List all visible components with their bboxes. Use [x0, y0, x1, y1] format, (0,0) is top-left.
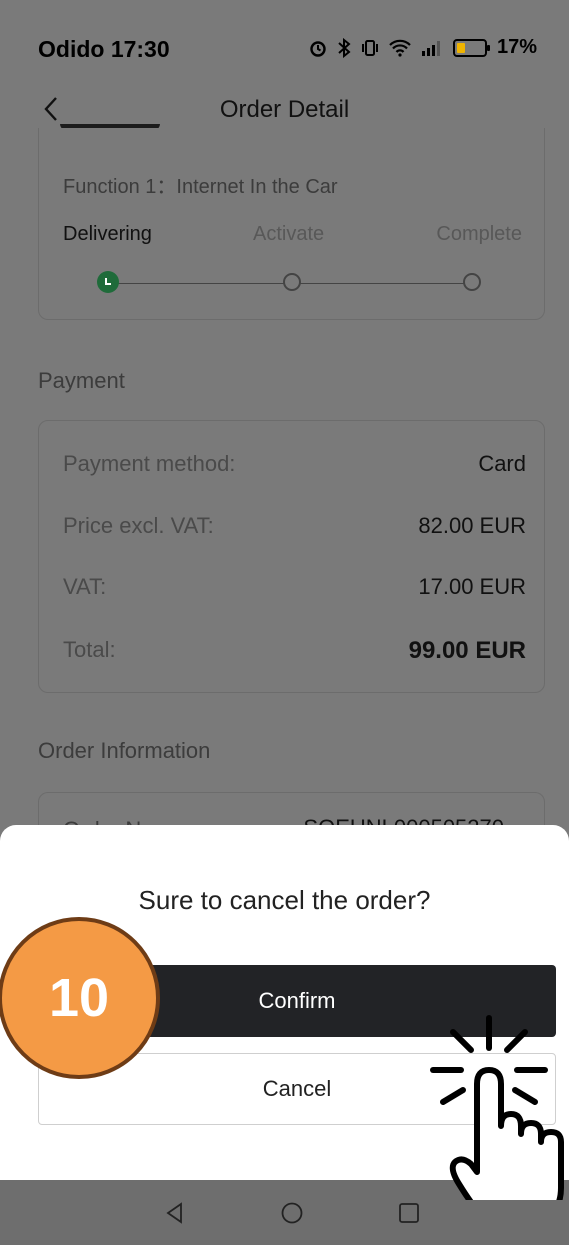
step-dot-complete — [463, 273, 481, 291]
payment-section-title: Payment — [38, 368, 125, 393]
status-bar: Odido 17:30 17% — [0, 0, 569, 94]
payment-label: Payment method: — [63, 451, 236, 476]
payment-row: Payment method: Card — [63, 451, 526, 477]
step-complete: Complete — [436, 223, 522, 245]
payment-label: Price excl. VAT: — [63, 513, 214, 538]
alarm-icon — [310, 40, 326, 57]
carrier-time: Odido 17:30 — [38, 36, 170, 62]
step-number-badge: 10 — [0, 917, 160, 1079]
step-number: 10 — [48, 968, 110, 1028]
nav-recent-icon[interactable] — [396, 1200, 422, 1226]
wifi-icon — [389, 39, 411, 57]
payment-row: VAT: 17.00 EUR — [63, 574, 526, 600]
payment-value: 17.00 EUR — [418, 574, 526, 599]
tap-hand-icon — [430, 1015, 564, 1200]
clock-icon — [97, 271, 119, 293]
payment-label: Total: — [63, 637, 116, 662]
step-delivering: Delivering — [63, 223, 152, 245]
payment-label: VAT: — [63, 574, 107, 599]
status-icons: 17% — [309, 36, 537, 59]
nav-home-icon[interactable] — [279, 1200, 305, 1226]
signal-icon — [421, 40, 440, 56]
battery-percent: 17% — [496, 36, 537, 58]
bluetooth-icon — [338, 37, 351, 58]
step-activate: Activate — [253, 223, 325, 245]
payment-value: Card — [478, 451, 526, 476]
payment-row: Price excl. VAT: 82.00 EUR — [63, 513, 526, 539]
page-title: Order Detail — [219, 96, 350, 123]
payment-value: 82.00 EUR — [418, 513, 526, 538]
nav-back-icon[interactable] — [162, 1200, 188, 1226]
order-info-section-title: Order Information — [38, 738, 211, 763]
function-title: Function 1：Internet In the Car — [63, 176, 338, 198]
step-dot-activate — [283, 273, 301, 291]
vibrate-icon — [361, 39, 378, 56]
function-status-card: Function 1：Internet In the Car Deliverin… — [38, 128, 545, 320]
payment-row-total: Total: 99.00 EUR — [63, 637, 526, 665]
dialog-title: Sure to cancel the order? — [138, 885, 431, 915]
payment-card: Payment method: Card Price excl. VAT: 82… — [38, 420, 545, 693]
battery-icon — [452, 38, 490, 57]
payment-total-value: 99.00 EUR — [408, 637, 526, 664]
